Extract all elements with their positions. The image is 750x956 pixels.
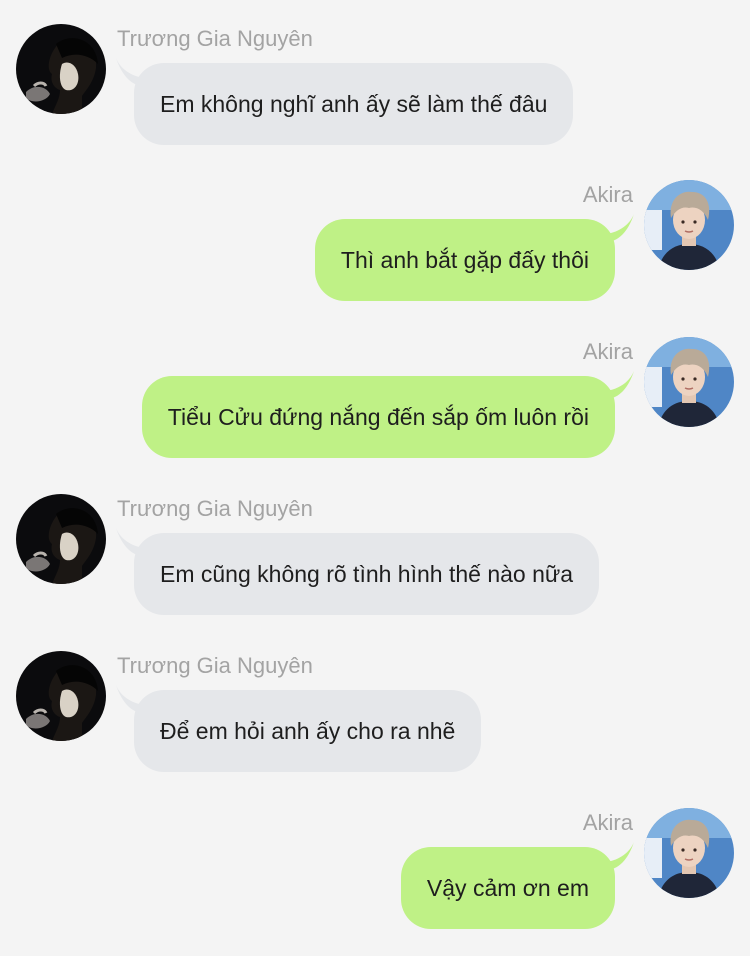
message-bubble-outgoing[interactable]: Vậy cảm ơn em (400, 847, 615, 929)
message-row: Trương Gia Nguyên Em cũng không rõ tình … (0, 494, 750, 634)
avatar-akira[interactable] (644, 337, 734, 427)
message-row: Trương Gia Nguyên Em không nghĩ anh ấy s… (0, 24, 750, 164)
message-bubble-incoming[interactable]: Em không nghĩ anh ấy sẽ làm thế đâu (134, 63, 574, 145)
sender-name: Akira (582, 339, 633, 364)
avatar-akira[interactable] (644, 180, 734, 270)
sender-name: Trương Gia Nguyên (117, 26, 313, 51)
message-bubble-incoming[interactable]: Để em hỏi anh ấy cho ra nhẽ (134, 690, 482, 772)
message-bubble-outgoing[interactable]: Thì anh bắt gặp đấy thôi (314, 219, 615, 301)
message-row: Akira Tiểu Cửu đứng nắng đến sắp ốm luôn… (0, 337, 750, 477)
message-row: Akira Thì anh bắt gặp đấy thôi (0, 180, 750, 320)
message-row: Akira Vậy cảm ơn em (0, 808, 750, 948)
avatar-akira[interactable] (644, 808, 734, 898)
avatar-truong-gia-nguyen[interactable] (16, 651, 106, 741)
avatar-truong-gia-nguyen[interactable] (16, 494, 106, 584)
sender-name: Akira (582, 182, 633, 207)
sender-name: Akira (582, 810, 633, 835)
sender-name: Trương Gia Nguyên (117, 653, 313, 678)
message-bubble-outgoing[interactable]: Tiểu Cửu đứng nắng đến sắp ốm luôn rồi (141, 376, 615, 458)
message-row: Trương Gia Nguyên Để em hỏi anh ấy cho r… (0, 651, 750, 791)
sender-name: Trương Gia Nguyên (117, 496, 313, 521)
avatar-truong-gia-nguyen[interactable] (16, 24, 106, 114)
message-bubble-incoming[interactable]: Em cũng không rõ tình hình thế nào nữa (134, 533, 600, 615)
